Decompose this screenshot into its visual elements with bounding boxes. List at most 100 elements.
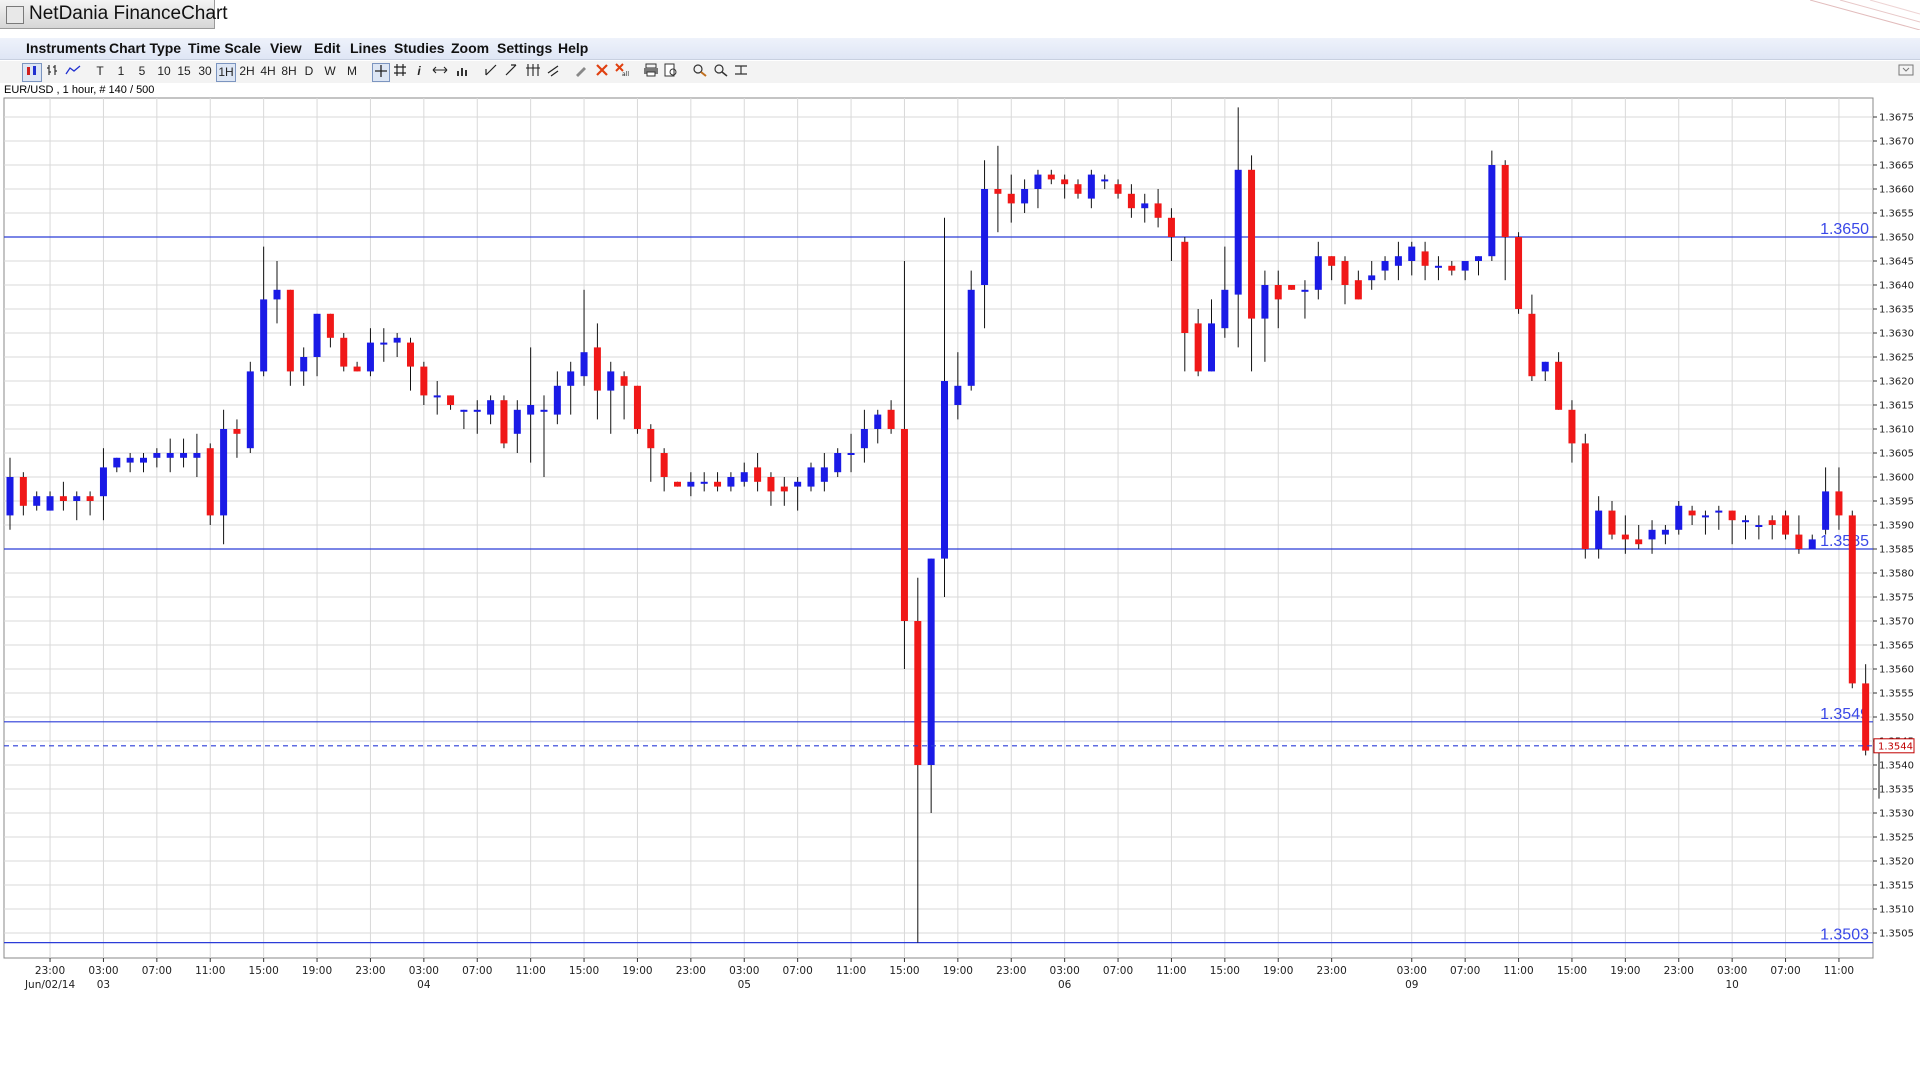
x-tick-time-label: 07:00 <box>142 965 172 977</box>
candle-up <box>1675 505 1683 530</box>
x-tick-time-label: 19:00 <box>943 965 973 977</box>
y-tick-label: 1.3550 <box>1879 713 1914 724</box>
x-tick-time-label: 15:00 <box>569 965 599 977</box>
candle-down <box>1248 169 1256 319</box>
candle-up <box>607 371 615 391</box>
candle-up <box>1381 261 1389 271</box>
candle-up <box>220 429 228 516</box>
candle-up <box>366 342 374 372</box>
candle-down <box>914 621 922 765</box>
price-axis: 1.3505 1.3510 1.3515 1.3520 1.3525 1.3530 1.35… <box>1873 113 1914 940</box>
candle-up <box>1208 323 1215 372</box>
candle-down <box>233 429 241 434</box>
candle-up <box>513 409 521 434</box>
candle-up <box>807 467 815 487</box>
candle-down <box>353 366 361 372</box>
candle-down <box>1288 285 1296 290</box>
x-tick-time-label: 15:00 <box>1210 965 1240 977</box>
candle-down <box>1568 409 1576 444</box>
candle-up <box>527 405 535 415</box>
candle-down <box>714 481 722 487</box>
candle-down <box>206 448 214 516</box>
x-tick-time-label: 11:00 <box>516 965 546 977</box>
y-tick-label: 1.3530 <box>1879 809 1914 820</box>
price-chart[interactable]: 1.36501.35851.35491.3503 1.35051.35101.3… <box>0 0 1920 1000</box>
candle-down <box>1688 510 1696 516</box>
candle-up <box>874 414 882 429</box>
x-tick-date-label: 05 <box>738 979 751 991</box>
x-tick-time-label: 07:00 <box>1770 965 1800 977</box>
candle-down <box>633 385 641 429</box>
candle-down <box>326 313 334 338</box>
y-tick-label: 1.3590 <box>1879 521 1914 532</box>
candle-up <box>1488 165 1496 257</box>
x-tick-time-label: 03:00 <box>88 965 118 977</box>
candle-up <box>1434 265 1442 268</box>
y-tick-label: 1.3650 <box>1879 233 1914 244</box>
candle-up <box>313 313 321 357</box>
level-label: 1.3585 <box>1820 533 1869 550</box>
candle-down <box>1061 179 1069 185</box>
x-tick-time-label: 07:00 <box>1450 965 1480 977</box>
candle-up <box>1701 515 1709 518</box>
candle-up <box>246 371 254 449</box>
candle-down <box>1501 165 1509 237</box>
y-tick-label: 1.3635 <box>1879 305 1914 316</box>
candle-up <box>727 477 735 487</box>
candle-down <box>1581 443 1589 549</box>
candle-down <box>1074 184 1082 194</box>
y-tick-label: 1.3505 <box>1879 929 1914 940</box>
x-tick-time-label: 19:00 <box>622 965 652 977</box>
candle-up <box>687 481 695 487</box>
x-tick-time-label: 23:00 <box>676 965 706 977</box>
candle-up <box>487 400 495 415</box>
candle-down <box>86 496 94 501</box>
x-tick-time-label: 07:00 <box>783 965 813 977</box>
candle-up <box>1461 261 1469 271</box>
candle-down <box>420 366 428 396</box>
candle-up <box>834 453 842 473</box>
y-tick-label: 1.3675 <box>1879 113 1914 124</box>
candle-up <box>460 409 468 412</box>
y-tick-label: 1.3595 <box>1879 497 1914 508</box>
candle-up <box>46 496 54 511</box>
candle-up <box>433 395 441 398</box>
candle-down <box>780 486 788 492</box>
level-label: 1.3650 <box>1820 221 1869 238</box>
candle-down <box>286 289 294 372</box>
candle-up <box>553 385 561 415</box>
candle-down <box>754 467 762 482</box>
candle-up <box>1034 174 1042 189</box>
candle-down <box>593 347 601 391</box>
candle-down <box>1528 313 1536 377</box>
candle-up <box>193 453 201 458</box>
candle-down <box>887 409 895 429</box>
candle-down <box>1328 256 1336 266</box>
x-tick-date-label: 03 <box>97 979 110 991</box>
y-tick-label: 1.3520 <box>1879 857 1914 868</box>
candle-up <box>1141 203 1149 209</box>
y-tick-label: 1.3555 <box>1879 689 1914 700</box>
candle-up <box>1394 256 1402 266</box>
candle-up <box>393 337 401 343</box>
candle-up <box>1822 491 1830 530</box>
y-tick-label: 1.3600 <box>1879 473 1914 484</box>
y-tick-label: 1.3540 <box>1879 761 1914 772</box>
candle-up <box>1234 169 1242 295</box>
candle-down <box>1608 510 1616 535</box>
candle-up <box>1221 289 1229 329</box>
y-tick-label: 1.3515 <box>1879 881 1914 892</box>
candle-down <box>1114 184 1122 194</box>
candle-up <box>99 467 107 497</box>
candle-up <box>740 472 748 482</box>
candle-up <box>927 558 935 765</box>
x-tick-date-label: 06 <box>1058 979 1072 991</box>
candle-down <box>1007 193 1015 204</box>
y-tick-label: 1.3665 <box>1879 161 1914 172</box>
candle-down <box>1795 534 1803 549</box>
y-tick-label: 1.3660 <box>1879 185 1914 196</box>
candle-up <box>1101 179 1109 182</box>
candle-down <box>1515 237 1523 309</box>
y-tick-label: 1.3560 <box>1879 665 1914 676</box>
candle-down <box>1448 265 1456 271</box>
